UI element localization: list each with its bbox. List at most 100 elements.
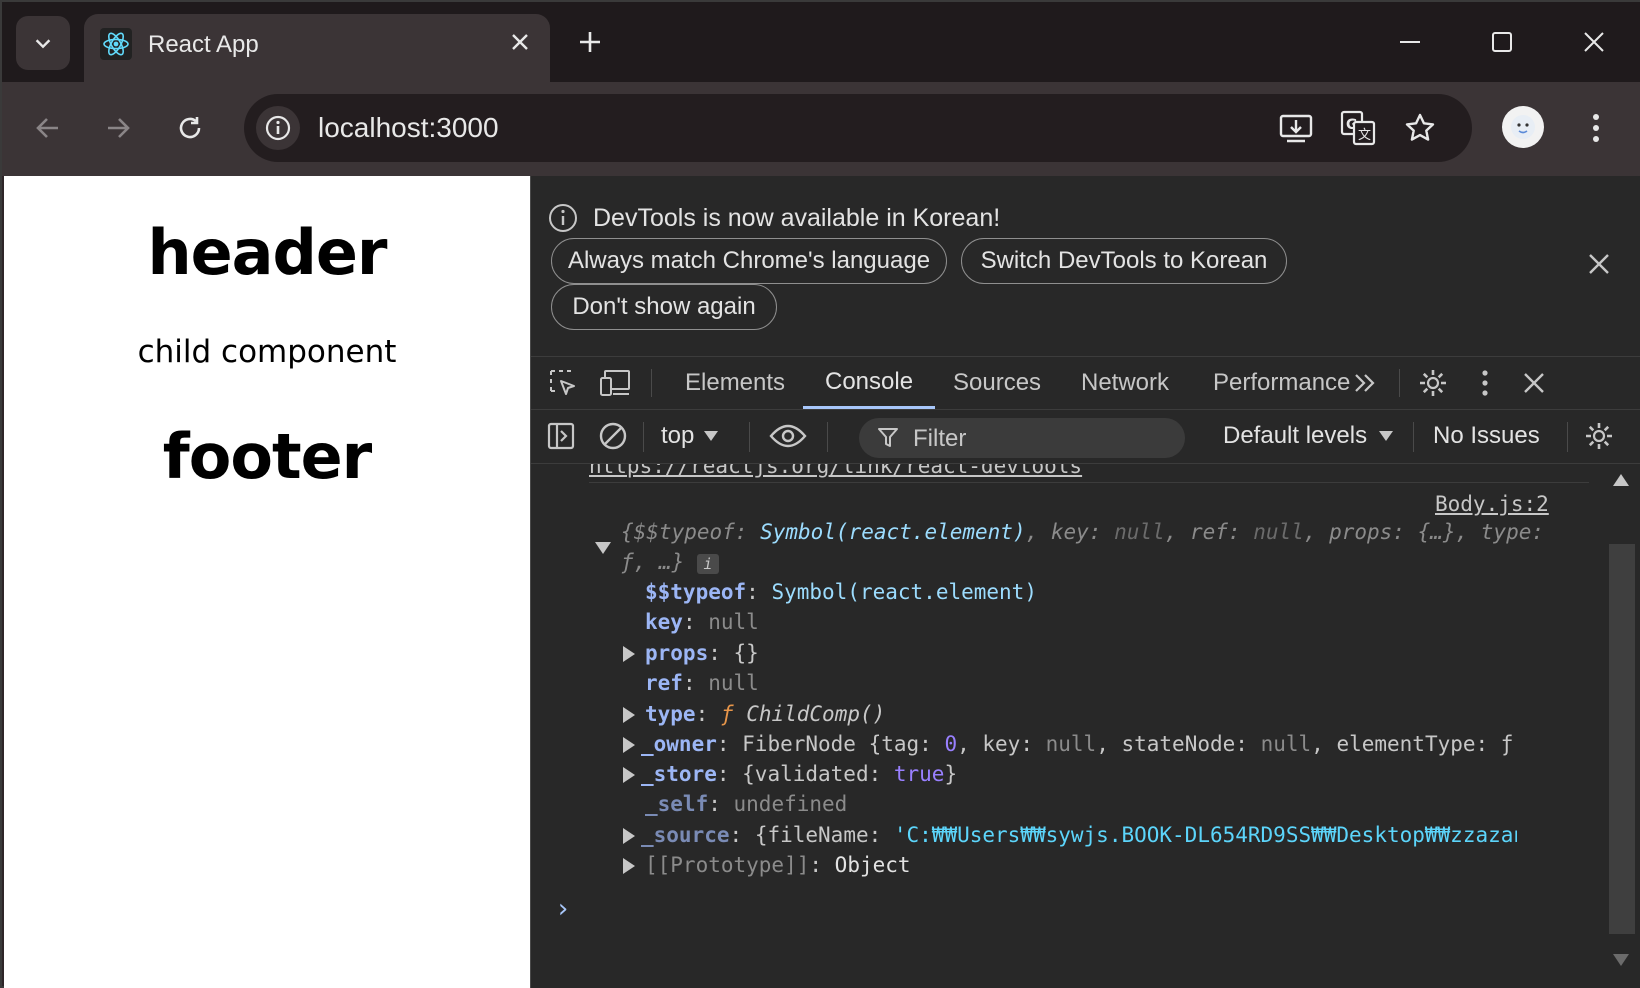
- profile-avatar[interactable]: [1502, 106, 1544, 148]
- browser-menu-button[interactable]: [1578, 106, 1614, 150]
- prop-key: [[Prototype]]: [645, 853, 810, 877]
- summary-part: null: [1253, 520, 1304, 544]
- prop-value: , stateNode:: [1096, 732, 1261, 756]
- back-button[interactable]: [26, 106, 70, 150]
- inspect-element-button[interactable]: [545, 365, 581, 401]
- forward-button[interactable]: [96, 106, 140, 150]
- tab-close-button[interactable]: [504, 26, 536, 58]
- scrollbar-thumb[interactable]: [1609, 544, 1635, 934]
- browser-toolbar: localhost:3000 G文: [2, 82, 1640, 176]
- bookmark-button[interactable]: [1400, 108, 1440, 148]
- install-button[interactable]: [1276, 108, 1316, 148]
- prop-value: FiberNode {tag:: [742, 732, 945, 756]
- kebab-icon: [1593, 114, 1599, 142]
- info-icon: [265, 115, 291, 141]
- tab-network-label: Network: [1081, 369, 1170, 396]
- tab-sources[interactable]: Sources: [933, 357, 1061, 409]
- switch-to-korean-button[interactable]: Switch DevTools to Korean: [961, 238, 1287, 284]
- switch-to-korean-label: Switch DevTools to Korean: [980, 247, 1268, 274]
- prop-source[interactable]: _source: {fileName: 'C:₩₩Users₩₩sywjs.BO…: [641, 823, 1517, 847]
- separator: [651, 369, 652, 397]
- collapsed-triangle-icon[interactable]: [623, 767, 635, 783]
- caret-down-icon: [1379, 431, 1394, 441]
- log-levels-dropdown[interactable]: Default levels: [1223, 422, 1394, 450]
- console-filter-input[interactable]: Filter: [859, 418, 1185, 458]
- tab-react-app[interactable]: React App: [84, 14, 550, 82]
- translate-button[interactable]: G文: [1338, 108, 1378, 148]
- devtools-link[interactable]: https://reactjs.org/link/react-devtools: [589, 464, 1082, 478]
- tab-elements[interactable]: Elements: [665, 357, 805, 409]
- show-sidebar-button[interactable]: [543, 418, 579, 454]
- context-label: top: [661, 422, 695, 449]
- devtools-menu-button[interactable]: [1467, 365, 1503, 401]
- scroll-down-icon[interactable]: [1613, 954, 1629, 966]
- prop-key: type: [645, 702, 696, 726]
- scroll-up-icon[interactable]: [1613, 474, 1629, 486]
- console-prompt[interactable]: ›: [555, 894, 571, 924]
- plus-icon: [580, 32, 600, 52]
- prop-type[interactable]: type: ƒ ChildComp(): [645, 702, 885, 726]
- console-settings-button[interactable]: [1581, 418, 1617, 454]
- prop-value: , elementType: ƒ, type:: [1311, 732, 1517, 756]
- info-icon: [549, 204, 577, 232]
- separator: [1413, 422, 1414, 452]
- summary-part: , ref:: [1164, 520, 1254, 544]
- prop-ref: ref: null: [645, 671, 759, 695]
- page-footer-heading: footer: [162, 420, 372, 493]
- clear-icon: [599, 422, 627, 450]
- close-icon: [512, 34, 528, 50]
- filter-icon: [878, 428, 898, 447]
- prop-prototype[interactable]: [[Prototype]]: Object: [645, 853, 911, 877]
- context-selector[interactable]: top: [661, 422, 719, 450]
- minimize-button[interactable]: [1388, 22, 1432, 62]
- more-tabs-button[interactable]: [1347, 365, 1383, 401]
- site-info-button[interactable]: [256, 106, 300, 150]
- child-component-text: child component: [137, 334, 397, 370]
- collapsed-triangle-icon[interactable]: [623, 737, 635, 753]
- tab-performance-label: Performance: [1213, 369, 1351, 396]
- maximize-button[interactable]: [1480, 22, 1524, 62]
- prop-store[interactable]: _store: {validated: true}: [641, 762, 957, 786]
- live-expression-button[interactable]: [763, 418, 813, 454]
- prop-key: $$typeof: [645, 580, 747, 604]
- prop-value: {}: [733, 641, 759, 665]
- message-divider: [589, 482, 1589, 483]
- close-devtools-button[interactable]: [1516, 365, 1552, 401]
- prop-owner[interactable]: _owner: FiberNode {tag: 0, key: null, st…: [641, 732, 1517, 756]
- arrow-right-icon: [108, 118, 130, 138]
- address-bar[interactable]: localhost:3000 G文: [244, 94, 1472, 162]
- always-match-language-button[interactable]: Always match Chrome's language: [551, 238, 947, 284]
- tab-search-button[interactable]: [16, 16, 70, 70]
- prop-key: _store: [641, 762, 717, 786]
- object-summary-line-2: ƒ, …} i: [621, 550, 719, 574]
- prop-props[interactable]: props: {}: [645, 641, 759, 665]
- collapsed-triangle-icon[interactable]: [623, 707, 635, 723]
- translate-icon: G文: [1340, 110, 1376, 146]
- new-tab-button[interactable]: [572, 24, 608, 60]
- dont-show-again-button[interactable]: Don't show again: [551, 284, 777, 330]
- expanded-triangle-icon[interactable]: [595, 542, 611, 556]
- filter-placeholder: Filter: [913, 425, 967, 452]
- device-toolbar-button[interactable]: [597, 365, 633, 401]
- tab-console[interactable]: Console: [803, 357, 936, 409]
- clear-console-button[interactable]: [595, 418, 631, 454]
- collapsed-triangle-icon[interactable]: [623, 858, 635, 874]
- console-output: https://reactjs.org/link/react-devtools …: [531, 464, 1640, 988]
- eye-icon: [769, 424, 807, 448]
- prop-value: Symbol(react.element): [771, 580, 1037, 604]
- devtools-settings-button[interactable]: [1415, 365, 1451, 401]
- issues-counter[interactable]: No Issues: [1433, 422, 1540, 450]
- close-window-button[interactable]: [1572, 22, 1616, 62]
- prop-value: undefined: [733, 792, 848, 816]
- collapsed-triangle-icon[interactable]: [623, 646, 635, 662]
- tab-performance[interactable]: Performance: [1193, 357, 1370, 409]
- web-page-viewport: header child component footer: [4, 176, 530, 988]
- source-link[interactable]: Body.js:2: [1435, 492, 1549, 516]
- collapsed-triangle-icon[interactable]: [623, 828, 635, 844]
- info-badge[interactable]: i: [696, 554, 719, 574]
- reload-button[interactable]: [168, 106, 212, 150]
- prop-value: 'C:₩₩Users₩₩sywjs.BOOK-DL654RD9SS₩₩Deskt…: [893, 823, 1517, 847]
- infobar-close-button[interactable]: [1583, 248, 1615, 280]
- prop-value: ChildComp(): [746, 702, 886, 726]
- tab-network[interactable]: Network: [1061, 357, 1189, 409]
